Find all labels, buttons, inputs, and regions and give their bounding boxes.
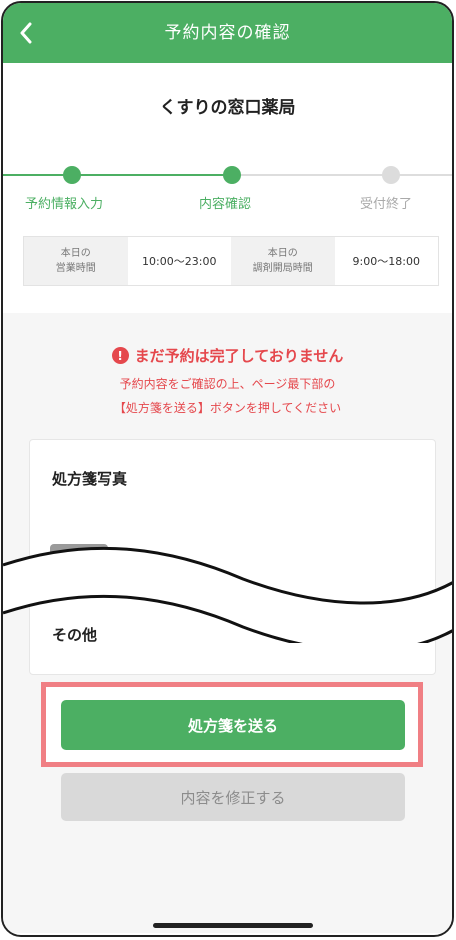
prescription-photo-heading: 処方箋写真	[52, 470, 128, 488]
business-hours-label: 本日の 営業時間	[24, 237, 128, 285]
page-title: 予約内容の確認	[164, 23, 291, 43]
business-hours-value: 10:00〜23:00	[142, 255, 217, 268]
warning-title-text: まだ予約は完了しておりません	[134, 347, 344, 365]
step-dot-input	[63, 166, 81, 184]
hours-table: 本日の 営業時間 10:00〜23:00 本日の 調剤開局時間 9:00〜18:…	[23, 236, 439, 286]
business-hours-label-line2: 営業時間	[55, 263, 96, 274]
dispensing-hours-value: 9:00〜18:00	[352, 255, 420, 268]
summary-section: くすりの窓口薬局 予約情報入力 内容確認 受付終了 本日の 営業時間 10:00…	[3, 63, 452, 313]
pharmacy-name: くすりの窓口薬局	[159, 98, 296, 118]
stepper-line-pending	[232, 174, 452, 176]
step-dot-confirm	[223, 166, 241, 184]
send-prescription-button[interactable]: 処方箋を送る	[61, 700, 405, 750]
warning-line-2: 【処方箋を送る】ボタンを押してください	[113, 401, 342, 415]
edit-reservation-button[interactable]: 内容を修正する	[61, 773, 405, 821]
step-dot-complete	[382, 166, 400, 184]
business-hours-label-line1: 本日の	[60, 248, 91, 259]
step-label-input: 予約情報入力	[25, 197, 104, 212]
stepper-line-completed	[3, 174, 232, 176]
progress-stepper: 予約情報入力 内容確認 受付終了	[3, 163, 452, 223]
dispensing-hours-label-line2: 調剤開局時間	[252, 263, 313, 274]
step-label-confirm: 内容確認	[199, 197, 252, 212]
phone-frame: 予約内容の確認 くすりの窓口薬局 予約情報入力 内容確認 受付終了 本日の 営業…	[1, 1, 454, 937]
warning-line-1: 予約内容をご確認の上、ページ最下部の	[119, 377, 336, 391]
exclamation-icon: !	[111, 347, 129, 364]
warning-title: ! まだ予約は完了しておりません	[3, 345, 452, 366]
step-label-complete: 受付終了	[360, 197, 413, 212]
home-indicator[interactable]	[153, 923, 313, 928]
dispensing-hours-label-line1: 本日の	[267, 248, 298, 259]
content-omitted-wave	[3, 546, 452, 643]
dispensing-hours-label: 本日の 調剤開局時間	[231, 237, 335, 285]
app-header: 予約内容の確認	[3, 3, 452, 63]
